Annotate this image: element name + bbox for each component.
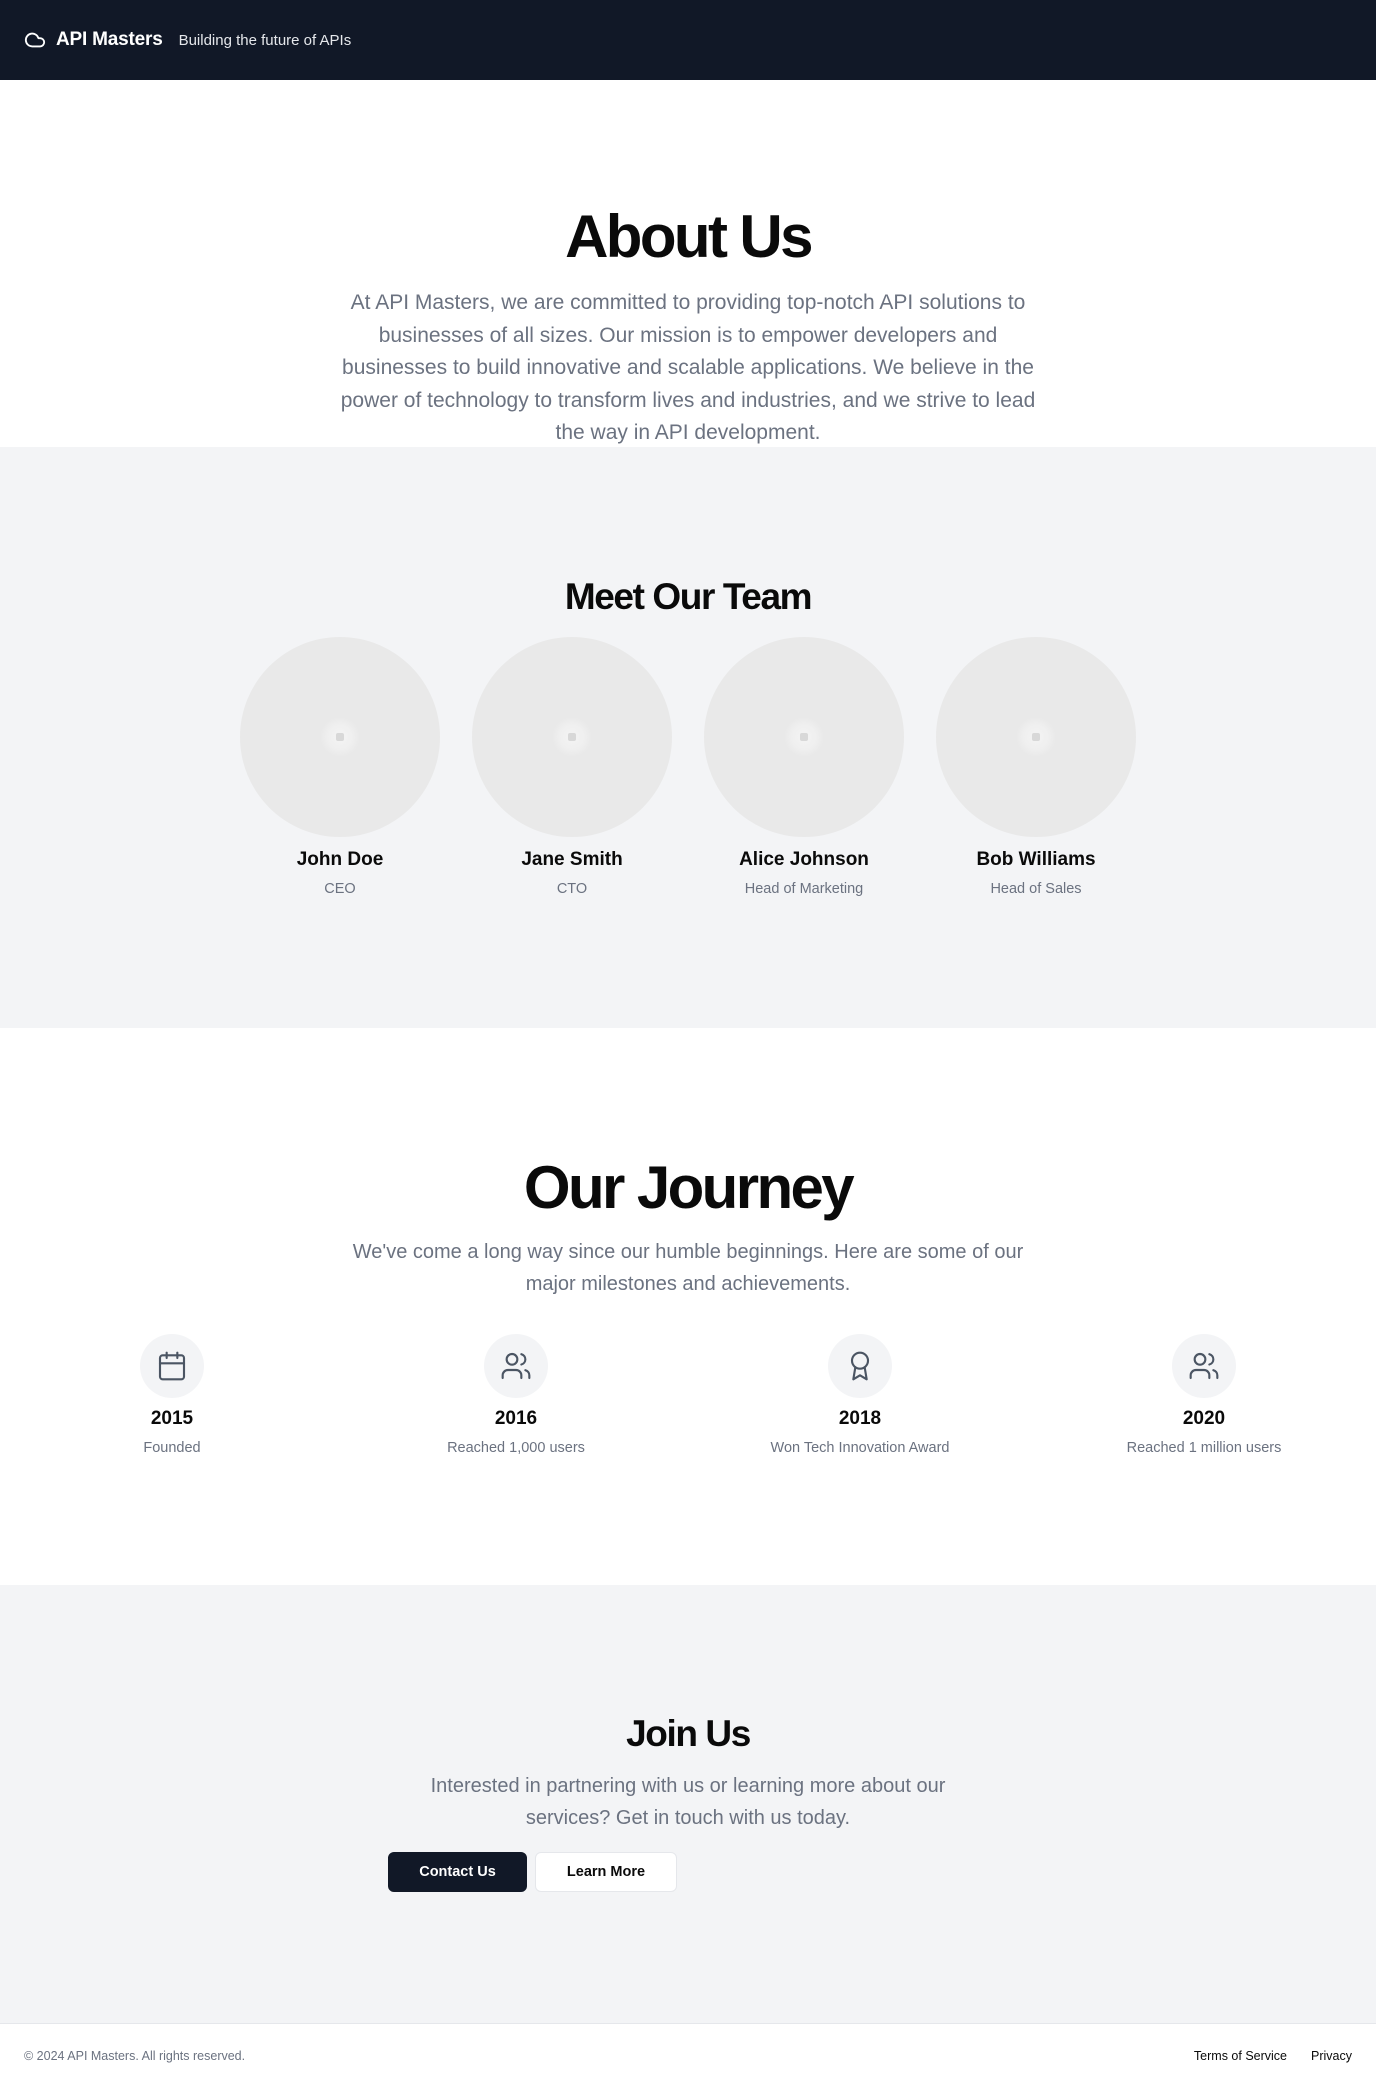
image-placeholder-icon	[1016, 717, 1056, 757]
milestone-label: Reached 1,000 users	[447, 1440, 585, 1456]
team-section: Meet Our Team John Doe CEO Jane Smith CT…	[0, 447, 1376, 1028]
avatar	[704, 637, 904, 837]
avatar	[240, 637, 440, 837]
cloud-icon	[24, 29, 46, 51]
milestone-label: Won Tech Innovation Award	[770, 1440, 950, 1456]
avatar	[472, 637, 672, 837]
users-icon	[484, 1334, 548, 1398]
milestone-item: 2018 Won Tech Innovation Award	[690, 1334, 1030, 1456]
award-icon	[828, 1334, 892, 1398]
milestone-item: 2020 Reached 1 million users	[1034, 1334, 1374, 1456]
about-description: At API Masters, we are committed to prov…	[340, 291, 1036, 444]
about-section: About Us At API Masters, we are committe…	[0, 80, 1376, 447]
learn-more-button[interactable]: Learn More	[535, 1852, 677, 1892]
member-role: Head of Marketing	[744, 881, 864, 897]
member-name: John Doe	[296, 849, 384, 870]
member-name: Bob Williams	[976, 849, 1096, 870]
member-role: Head of Sales	[990, 881, 1082, 897]
journey-description: We've come a long way since our humble b…	[352, 1241, 1024, 1295]
brand-name: API Masters	[56, 29, 163, 50]
team-member: Alice Johnson Head of Marketing	[704, 637, 904, 897]
site-footer: © 2024 API Masters. All rights reserved.…	[0, 2023, 1376, 2088]
join-actions: Contact Us Learn More	[0, 1852, 1376, 1892]
milestone-year: 2020	[1182, 1408, 1226, 1429]
contact-us-button[interactable]: Contact Us	[388, 1852, 527, 1892]
journey-section: Our Journey We've come a long way since …	[0, 1028, 1376, 1585]
milestone-year: 2018	[838, 1408, 882, 1429]
milestone-year: 2016	[494, 1408, 538, 1429]
milestone-label: Reached 1 million users	[1126, 1440, 1282, 1456]
copyright-text: © 2024 API Masters. All rights reserved.	[24, 2049, 246, 2063]
join-section: Join Us Interested in partnering with us…	[0, 1585, 1376, 2023]
journey-title: Our Journey	[523, 1154, 855, 1221]
team-grid: John Doe CEO Jane Smith CTO Alice Johnso…	[0, 637, 1376, 897]
site-header: API Masters Building the future of APIs	[0, 0, 1376, 80]
tagline: Building the future of APIs	[178, 31, 352, 49]
member-name: Alice Johnson	[739, 849, 869, 870]
users-icon	[1172, 1334, 1236, 1398]
privacy-link[interactable]: Privacy	[1311, 2049, 1352, 2063]
join-title: Join Us	[626, 1713, 751, 1754]
team-member: Jane Smith CTO	[472, 637, 672, 897]
member-role: CTO	[556, 881, 588, 897]
milestone-list: 2015 Founded 2016 Reached 1,000 users 20…	[0, 1334, 1376, 1456]
team-member: Bob Williams Head of Sales	[936, 637, 1136, 897]
milestone-label: Founded	[143, 1440, 201, 1456]
join-description: Interested in partnering with us or lear…	[430, 1775, 946, 1829]
avatar	[936, 637, 1136, 837]
milestone-year: 2015	[150, 1408, 194, 1429]
image-placeholder-icon	[552, 717, 592, 757]
image-placeholder-icon	[320, 717, 360, 757]
member-role: CEO	[324, 881, 356, 897]
footer-links: Terms of Service Privacy	[1194, 2049, 1352, 2063]
about-title: About Us	[565, 203, 813, 270]
milestone-item: 2015 Founded	[2, 1334, 342, 1456]
calendar-icon	[140, 1334, 204, 1398]
team-title: Meet Our Team	[564, 576, 813, 617]
milestone-item: 2016 Reached 1,000 users	[346, 1334, 686, 1456]
terms-of-service-link[interactable]: Terms of Service	[1194, 2049, 1287, 2063]
image-placeholder-icon	[784, 717, 824, 757]
team-member: John Doe CEO	[240, 637, 440, 897]
brand[interactable]: API Masters	[24, 29, 163, 51]
member-name: Jane Smith	[521, 849, 623, 870]
